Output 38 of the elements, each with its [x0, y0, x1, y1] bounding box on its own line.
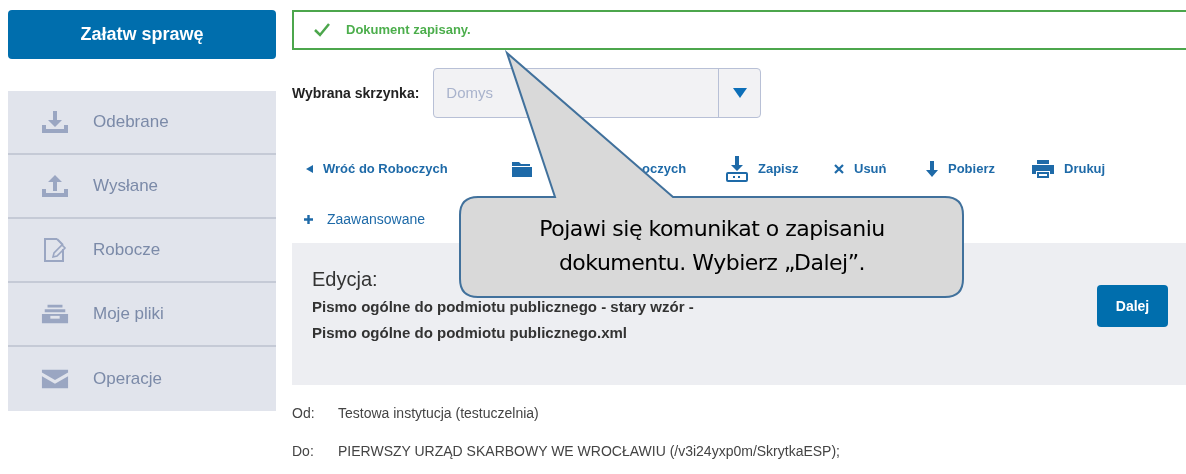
field-value: PIERWSZY URZĄD SKARBOWY WE WROCŁAWIU (/v3i24yxp0m/SkrytkaESP); [338, 441, 840, 461]
folder-icon [512, 161, 532, 177]
action-button[interactable]: Załatw sprawę [8, 10, 276, 59]
dropdown-arrow-icon [732, 88, 747, 98]
envelope-icon [41, 368, 69, 390]
file-drawer-icon [41, 303, 69, 325]
toolbar-link[interactable]: Wróć do Roboczych [306, 159, 512, 179]
download-drive-icon [726, 156, 748, 182]
toolbar-link[interactable]: Pobierz [926, 159, 1032, 179]
toolbar-link[interactable]: Zapisz [726, 156, 834, 182]
down-arrow-icon [926, 161, 938, 177]
plus-icon [304, 214, 313, 224]
sidebar-item[interactable]: Moje pliki [8, 283, 276, 347]
printer-icon [1032, 160, 1054, 178]
left-triangle-icon [306, 165, 313, 173]
field-label: Od: [292, 403, 316, 423]
close-icon [834, 164, 844, 174]
document-pencil-icon [43, 237, 67, 263]
field-value: Testowa instytucja (testuczelnia) [338, 403, 539, 423]
document-name: Pismo ogólne do podmiotu publicznego - stary wzór - Pismo ogólne do podmiotu publicznego.xml [312, 296, 695, 343]
success-message: Dokument zapisany. [346, 21, 471, 40]
mailbox-label: Wybrana skrzynka: [292, 83, 420, 103]
toolbar-link[interactable]: Drukuj [1032, 159, 1106, 179]
sidebar-item[interactable]: Wysłane [8, 155, 276, 219]
upload-tray-icon [41, 174, 69, 198]
field-label: Do: [292, 441, 315, 461]
sidebar-item[interactable]: Odebrane [8, 91, 276, 155]
advanced-link[interactable]: Zaawansowane [292, 209, 426, 229]
download-tray-icon [41, 110, 69, 134]
select-value: Domys [445, 82, 495, 103]
toolbar-link[interactable]: Usuń [834, 159, 926, 179]
edit-heading: Edycja: [312, 266, 379, 292]
toolbar-link[interactable]: oczych [642, 159, 687, 179]
check-icon [314, 23, 330, 37]
callout-text: Pojawi się komunikat o zapisaniu dokumentu. Wybierz „Dalej”. [538, 215, 886, 277]
next-button[interactable]: Dalej [1097, 285, 1168, 327]
sidebar-item[interactable]: Robocze [8, 219, 276, 283]
sidebar-item[interactable]: Operacje [8, 347, 276, 411]
